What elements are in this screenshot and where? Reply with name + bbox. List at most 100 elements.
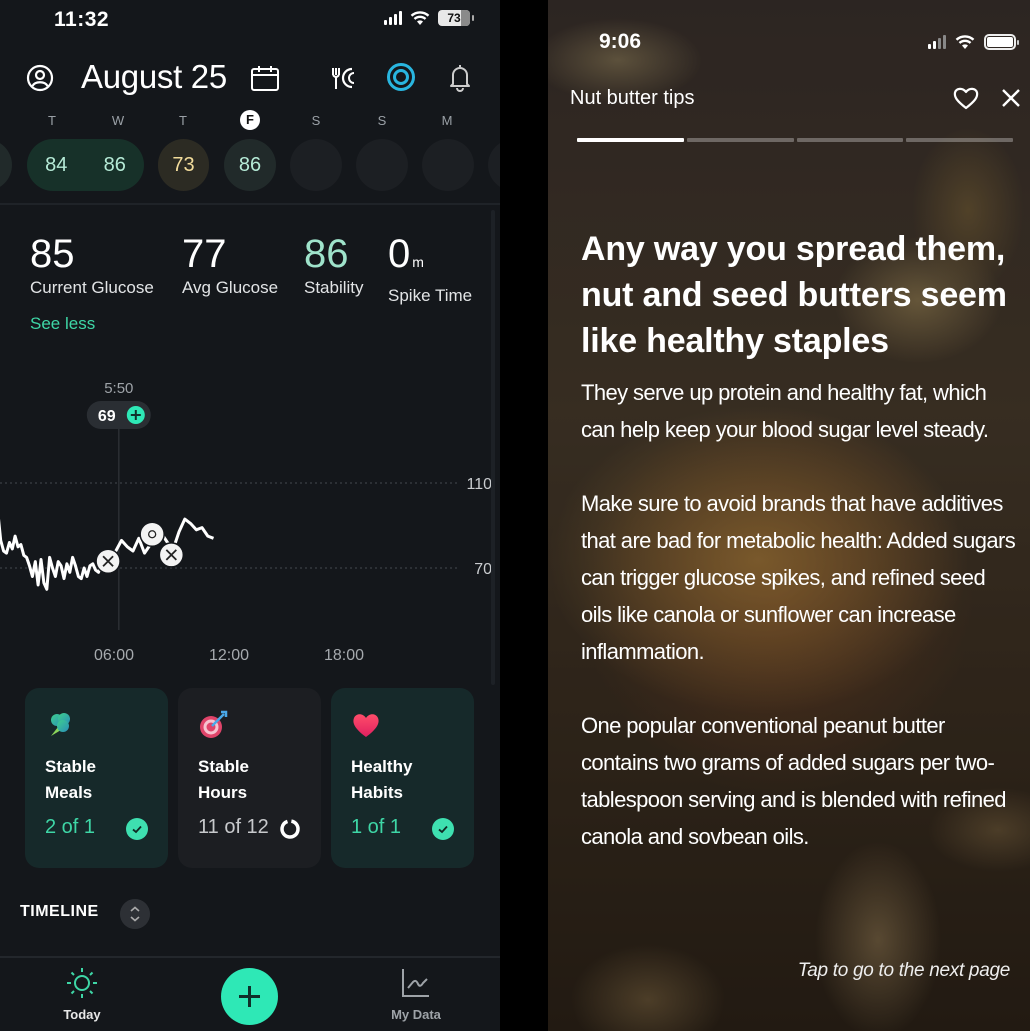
status-time: 9:06	[599, 30, 642, 53]
date-title[interactable]: August 25	[81, 58, 227, 96]
day-score: 73	[172, 153, 195, 176]
x-tick-label: 18:00	[324, 647, 364, 664]
heart-icon	[353, 714, 379, 737]
stat-label: Stability	[304, 278, 364, 297]
article-story-screen[interactable]: 9:06 Nut butter tips Any way you spread …	[548, 0, 1030, 1031]
card-healthy-habits[interactable]: Healthy Habits 1 of 1	[331, 688, 474, 868]
day-label: M	[441, 113, 453, 128]
story-progress-segment	[906, 138, 1013, 142]
stat-value: 85	[30, 232, 75, 276]
battery-level: 73	[447, 11, 461, 25]
glucose-chart[interactable]: 70 110 06:00 12:00 18:00 5:50 69	[0, 370, 500, 670]
scrollbar[interactable]	[491, 210, 495, 685]
stat-label: Avg Glucose	[182, 278, 279, 297]
target-icon[interactable]	[386, 62, 416, 92]
day-score-empty[interactable]	[356, 139, 408, 191]
stat-value: 86	[304, 232, 349, 276]
stat-value: 0	[388, 232, 411, 276]
nav-label: My Data	[391, 1007, 441, 1022]
battery-icon: 73	[438, 10, 474, 26]
bell-icon[interactable]	[447, 62, 473, 92]
y-tick-label: 70	[474, 561, 492, 578]
activity-marker-icon[interactable]	[139, 521, 165, 547]
cursor-time-label: 5:50	[104, 380, 133, 397]
card-title: Stable	[198, 757, 250, 776]
nav-label: Today	[63, 1007, 101, 1022]
day-score-streak[interactable]: 84 86	[27, 139, 144, 191]
week-strip: T W T F S S M 84 86 73 86	[0, 110, 500, 200]
timeline-heading: TIMELINE	[20, 903, 99, 920]
x-tick-label: 12:00	[209, 647, 249, 664]
day-score: 86	[238, 153, 262, 176]
card-title: Meals	[45, 783, 93, 802]
wifi-icon	[955, 34, 975, 49]
article-headline: Any way you spread them, nut and seed bu…	[581, 230, 1007, 360]
divider	[0, 203, 500, 205]
day-score: 84	[45, 153, 68, 176]
expand-collapse-icon[interactable]	[120, 899, 150, 929]
chart-line-icon	[402, 969, 429, 997]
broccoli-icon	[51, 713, 70, 736]
stat-label: Current Glucose	[30, 278, 154, 297]
day-score-pill[interactable]: 73	[158, 139, 209, 191]
card-stable-meals[interactable]: Stable Meals 2 of 1	[25, 688, 168, 868]
battery-icon	[984, 34, 1019, 50]
card-title: Stable	[45, 757, 97, 776]
stat-spike-time: 0m Spike Time	[388, 230, 472, 306]
app-header: August 25	[0, 56, 500, 100]
glucose-app-screen: 11:32 73 August 25 T W T F S S M 84 86 7…	[0, 0, 500, 1031]
nav-my-data[interactable]: My Data	[385, 966, 447, 1022]
day-score-empty[interactable]	[488, 139, 500, 191]
plus-icon	[239, 986, 260, 1007]
article-paragraph: One popular conventional peanut butter c…	[581, 713, 1007, 849]
article-paragraph: Make sure to avoid brands that have addi…	[581, 491, 1016, 664]
progress-ring-icon	[280, 819, 300, 839]
next-page-hint[interactable]: Tap to go to the next page	[798, 960, 1011, 982]
status-bar: 11:32 73	[0, 0, 500, 44]
target-dart-icon	[200, 710, 228, 738]
wifi-icon	[410, 10, 430, 25]
day-score-empty[interactable]	[290, 139, 342, 191]
day-label: T	[179, 113, 187, 128]
card-stable-hours[interactable]: Stable Hours 11 of 12	[178, 688, 321, 868]
profile-icon[interactable]	[26, 64, 54, 92]
card-progress: 11 of 12	[198, 816, 269, 838]
day-label: W	[111, 113, 125, 128]
close-icon[interactable]	[1000, 87, 1022, 109]
stat-avg-glucose: 77 Avg Glucose	[182, 230, 278, 298]
day-label: T	[48, 113, 56, 128]
article-paragraph: They serve up protein and healthy fat, w…	[581, 380, 989, 442]
card-title: Habits	[351, 783, 403, 802]
cursor-value: 69	[98, 408, 116, 425]
stat-current-glucose: 85 Current Glucose	[30, 230, 154, 298]
story-progress-segment	[796, 138, 904, 142]
stat-stability: 86 Stability	[304, 230, 364, 298]
bottom-nav: Today My Data	[0, 956, 500, 1031]
heart-outline-icon[interactable]	[952, 85, 980, 111]
story-progress-bar	[577, 138, 1013, 142]
day-score-empty[interactable]	[422, 139, 474, 191]
fork-moon-icon[interactable]	[330, 64, 356, 92]
card-progress: 2 of 1	[45, 816, 96, 838]
card-title: Healthy	[351, 757, 413, 776]
day-label-selected[interactable]: F	[240, 110, 260, 130]
calendar-icon[interactable]	[250, 64, 280, 92]
article-content: Any way you spread them, nut and seed bu…	[581, 226, 1021, 892]
story-title: Nut butter tips	[570, 87, 695, 109]
check-circle-icon	[126, 818, 148, 840]
story-progress-segment	[577, 138, 684, 142]
cellular-signal-icon	[928, 35, 946, 49]
see-less-link[interactable]: See less	[30, 314, 95, 334]
sun-icon	[67, 968, 97, 998]
day-score-partial[interactable]	[0, 139, 12, 191]
status-time: 11:32	[54, 8, 110, 31]
stat-label: Spike Time	[388, 286, 473, 305]
card-progress: 1 of 1	[351, 816, 402, 838]
day-score-pill-selected[interactable]: 86	[224, 139, 276, 191]
nav-today[interactable]: Today	[60, 966, 104, 1022]
day-score: 86	[103, 153, 126, 176]
stat-unit: m	[412, 254, 424, 270]
day-label: S	[377, 113, 387, 128]
check-circle-icon	[432, 818, 454, 840]
add-button[interactable]	[221, 968, 278, 1025]
